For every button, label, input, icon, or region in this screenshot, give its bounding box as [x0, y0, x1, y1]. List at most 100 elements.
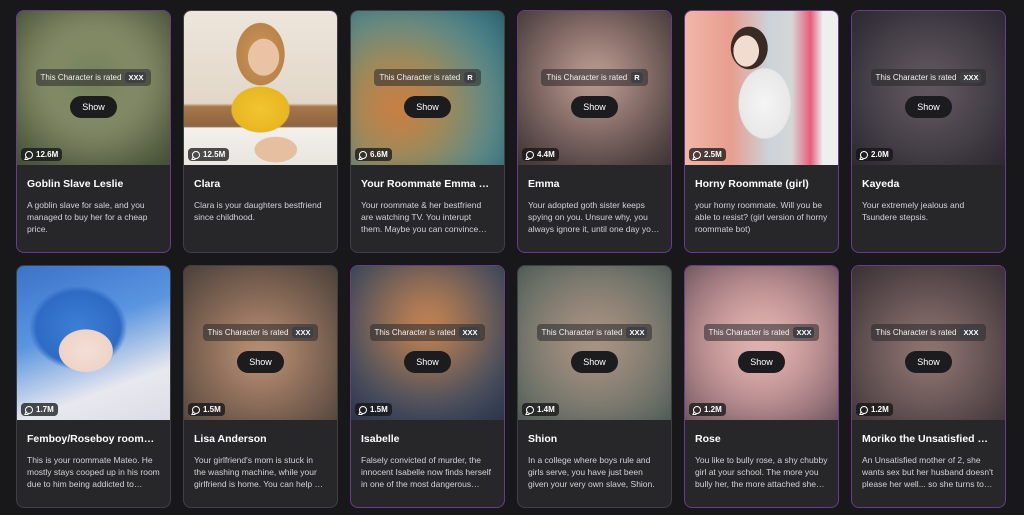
- chat-bubble-icon: [192, 150, 200, 159]
- character-thumbnail: This Character is rated XXX Show 1.4M: [518, 266, 671, 420]
- character-name: Clara: [194, 178, 221, 190]
- count-value: 2.0M: [871, 150, 889, 159]
- character-name: Rose: [695, 433, 721, 445]
- count-value: 6.6M: [370, 150, 388, 159]
- character-card[interactable]: This Character is rated XXX Show 1.5M Is…: [350, 265, 505, 508]
- character-card[interactable]: This Character is rated XXX Show 12.6M G…: [16, 10, 171, 253]
- message-count: 1.5M: [355, 403, 392, 416]
- rating-text: This Character is rated: [40, 73, 122, 82]
- message-count: 2.5M: [689, 148, 726, 161]
- character-card[interactable]: This Character is rated XXX Show 1.2M Ro…: [684, 265, 839, 508]
- character-name: Kayeda: [862, 178, 900, 190]
- count-value: 1.5M: [203, 405, 221, 414]
- count-value: 4.4M: [537, 150, 555, 159]
- rating-badge: XXX: [793, 327, 815, 338]
- character-name: Goblin Slave Leslie: [27, 178, 124, 190]
- rating-text: This Character is rated: [541, 328, 623, 337]
- character-name: Horny Roommate (girl): [695, 178, 809, 190]
- chat-bubble-icon: [25, 405, 33, 414]
- rating-badge: XXX: [125, 72, 147, 83]
- show-button[interactable]: Show: [404, 351, 451, 373]
- chat-bubble-icon: [192, 405, 200, 414]
- rating-notice: This Character is rated R: [541, 69, 648, 86]
- message-count: 1.4M: [522, 403, 559, 416]
- character-image: [17, 266, 170, 420]
- character-description: A goblin slave for sale, and you managed…: [27, 200, 148, 234]
- message-count: 6.6M: [355, 148, 392, 161]
- character-grid: This Character is rated XXX Show 12.6M G…: [16, 10, 1006, 508]
- show-button[interactable]: Show: [571, 351, 618, 373]
- character-name: Shion: [528, 433, 558, 445]
- rating-text: This Character is rated: [374, 328, 456, 337]
- count-value: 12.5M: [203, 150, 226, 159]
- character-thumbnail: This Character is rated XXX Show 1.2M: [852, 266, 1005, 420]
- show-button[interactable]: Show: [905, 351, 952, 373]
- show-button[interactable]: Show: [70, 96, 117, 118]
- character-thumbnail: This Character is rated R Show 6.6M: [351, 11, 504, 165]
- character-description: your horny roommate. Will you be able to…: [695, 200, 828, 234]
- message-count: 4.4M: [522, 148, 559, 161]
- rating-badge: XXX: [960, 327, 982, 338]
- character-description: Your adopted goth sister keeps spying on…: [528, 200, 656, 234]
- rating-notice: This Character is rated XXX: [870, 69, 987, 86]
- rating-notice: This Character is rated XXX: [369, 324, 486, 341]
- message-count: 2.0M: [856, 148, 893, 161]
- character-card[interactable]: This Character is rated XXX Show 1.5M Li…: [183, 265, 338, 508]
- character-card[interactable]: This Character is rated XXX Show 1.2M Mo…: [851, 265, 1006, 508]
- character-name: Emma: [528, 178, 560, 190]
- character-card[interactable]: 2.5M Horny Roommate (girl) your horny ro…: [684, 10, 839, 253]
- show-button[interactable]: Show: [404, 96, 451, 118]
- count-value: 1.4M: [537, 405, 555, 414]
- count-value: 1.7M: [36, 405, 54, 414]
- message-count: 1.5M: [188, 403, 225, 416]
- show-button[interactable]: Show: [905, 96, 952, 118]
- character-thumbnail: This Character is rated R Show 4.4M: [518, 11, 671, 165]
- character-card[interactable]: 12.5M Clara Clara is your daughters best…: [183, 10, 338, 253]
- rating-text: This Character is rated: [546, 73, 628, 82]
- character-description: Your roommate & her bestfriend are watch…: [361, 200, 482, 234]
- rating-text: This Character is rated: [379, 73, 461, 82]
- rating-notice: This Character is rated XXX: [870, 324, 987, 341]
- message-count: 1.2M: [856, 403, 893, 416]
- message-count: 1.7M: [21, 403, 58, 416]
- message-count: 12.6M: [21, 148, 63, 161]
- character-card[interactable]: 1.7M Femboy/Roseboy roommate Mateo This …: [16, 265, 171, 508]
- character-name: Isabelle: [361, 433, 400, 445]
- character-thumbnail: This Character is rated XXX Show 1.2M: [685, 266, 838, 420]
- rating-badge: XXX: [292, 327, 314, 338]
- character-thumbnail: This Character is rated XXX Show 1.5M: [184, 266, 337, 420]
- chat-bubble-icon: [359, 150, 367, 159]
- count-value: 12.6M: [36, 150, 59, 159]
- character-thumbnail: 2.5M: [685, 11, 838, 165]
- character-description: This is your roommate Mateo. He mostly s…: [27, 455, 160, 489]
- character-thumbnail: 1.7M: [17, 266, 170, 420]
- character-image: [685, 11, 838, 165]
- character-thumbnail: 12.5M: [184, 11, 337, 165]
- count-value: 2.5M: [704, 150, 722, 159]
- chat-bubble-icon: [693, 150, 701, 159]
- show-button[interactable]: Show: [571, 96, 618, 118]
- show-button[interactable]: Show: [237, 351, 284, 373]
- character-card[interactable]: This Character is rated R Show 4.4M Emma…: [517, 10, 672, 253]
- character-description: Your girlfriend's mom is stuck in the wa…: [194, 455, 327, 489]
- character-card[interactable]: This Character is rated XXX Show 1.4M Sh…: [517, 265, 672, 508]
- chat-bubble-icon: [526, 405, 534, 414]
- rating-notice: This Character is rated XXX: [536, 324, 653, 341]
- character-description: In a college where boys rule and girls s…: [528, 455, 655, 489]
- message-count: 12.5M: [188, 148, 230, 161]
- character-name: Lisa Anderson: [194, 433, 267, 445]
- rating-badge: R: [631, 72, 643, 83]
- character-name: Your Roommate Emma & Roommate: [361, 178, 494, 190]
- character-card[interactable]: This Character is rated XXX Show 2.0M Ka…: [851, 10, 1006, 253]
- character-description: You like to bully rose, a shy chubby gir…: [695, 455, 828, 489]
- rating-badge: XXX: [459, 327, 481, 338]
- rating-text: This Character is rated: [875, 73, 957, 82]
- chat-bubble-icon: [526, 150, 534, 159]
- character-description: Falsely convicted of murder, the innocen…: [361, 455, 491, 489]
- chat-bubble-icon: [25, 150, 33, 159]
- rating-notice: This Character is rated XXX: [202, 324, 319, 341]
- character-image: [184, 11, 337, 165]
- character-card[interactable]: This Character is rated R Show 6.6M Your…: [350, 10, 505, 253]
- rating-text: This Character is rated: [207, 328, 289, 337]
- show-button[interactable]: Show: [738, 351, 785, 373]
